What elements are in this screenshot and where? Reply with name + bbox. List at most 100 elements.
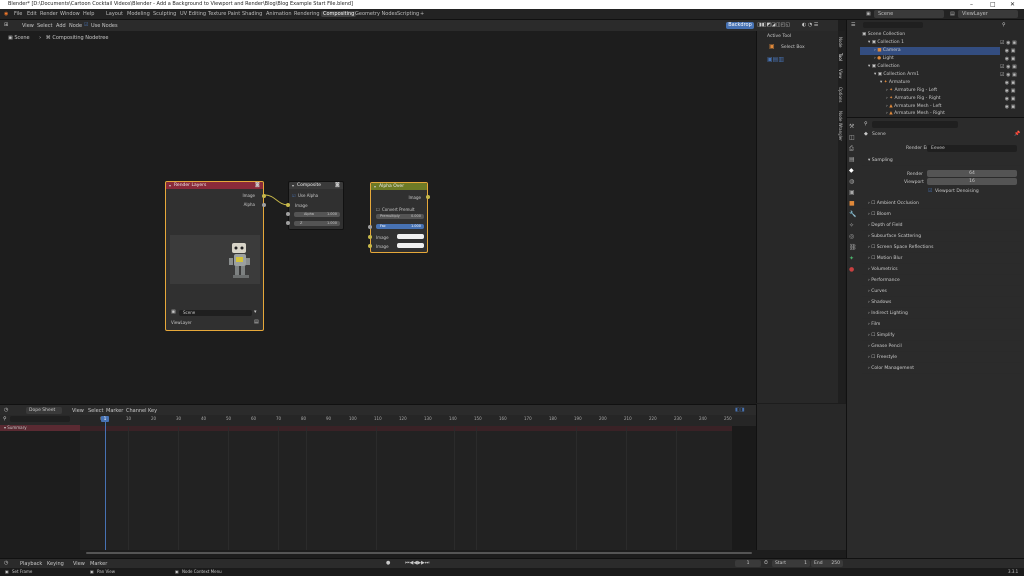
exclude-checkbox-icon[interactable]: ☑ ◉ ▣ <box>1000 63 1024 71</box>
outliner-row[interactable]: ▾ ✦ Armature <box>860 79 1000 87</box>
panel-depth-of-field[interactable]: › Depth of Field <box>862 221 1022 231</box>
dopesheet-menu-channel[interactable]: Channel <box>126 408 147 414</box>
socket-image-2[interactable] <box>368 244 372 248</box>
playback-controls-icon[interactable]: ⏮◀◀▶▶⏭ <box>405 560 429 566</box>
outliner-row[interactable]: › ▲ Armature Mesh - Right <box>860 110 1000 117</box>
timeline-menu-view[interactable]: View <box>73 561 85 567</box>
tool-tab-icon[interactable]: ⚒ <box>849 121 859 132</box>
start-frame-field[interactable]: Start 1 <box>772 560 810 567</box>
use-alpha-checkbox[interactable]: ☑ <box>292 193 296 198</box>
select-box-icon[interactable]: ▣ <box>769 43 775 50</box>
outliner-row[interactable]: ▣ Scene Collection <box>860 31 1000 39</box>
record-icon[interactable]: ● <box>386 560 390 566</box>
object-tab-icon[interactable]: ■ <box>849 198 859 209</box>
collapse-icon[interactable]: ▾ <box>169 183 171 188</box>
scene-tab-icon[interactable]: ◆ <box>849 165 859 176</box>
socket-input-z[interactable] <box>286 221 290 225</box>
only-selected-icon[interactable]: ◧◨ <box>735 407 744 413</box>
panel-performance[interactable]: › Performance <box>862 276 1022 286</box>
outliner-row[interactable]: › ■ Camera <box>860 47 1000 55</box>
eye-icon[interactable]: ◉ ▣ <box>1000 79 1024 87</box>
panel-indirect-lighting[interactable]: › Indirect Lighting <box>862 309 1022 319</box>
filter-icon[interactable]: ⚲ <box>1002 22 1006 28</box>
convert-premult-checkbox[interactable]: ☐ <box>376 207 380 212</box>
dopesheet-menu-select[interactable]: Select <box>88 408 103 414</box>
render-layer-icon[interactable]: ▤ <box>254 319 259 325</box>
socket-image-1[interactable] <box>368 235 372 239</box>
dopesheet-menu-key[interactable]: Key <box>148 408 157 414</box>
image-2-color-swatch[interactable] <box>397 243 424 248</box>
collapse-icon[interactable]: ▾ <box>374 184 376 189</box>
composite-node-icon[interactable]: ◙ <box>335 182 340 188</box>
playhead-line[interactable] <box>105 422 106 550</box>
material-tab-icon[interactable]: ● <box>849 264 859 275</box>
dopesheet-mode-dropdown[interactable]: Dope Sheet <box>26 407 62 414</box>
eye-icon[interactable]: ◉ ▣ <box>1000 103 1024 111</box>
properties-search-icon[interactable]: ⚲ <box>864 121 868 127</box>
data-tab-icon[interactable]: ✦ <box>849 253 859 264</box>
socket-output-image[interactable] <box>262 194 266 198</box>
panel-curves[interactable]: › Curves <box>862 287 1022 297</box>
channel-search-input[interactable] <box>10 416 70 422</box>
view-layer-field[interactable]: ViewLayer <box>171 320 192 325</box>
node-preview-toggle-icon[interactable]: ◙ <box>255 182 260 188</box>
select-mode-icons[interactable]: ▣▤▥ <box>767 56 784 63</box>
node-alpha-over[interactable]: Alpha Over ▾ Image ☐ Convert Premult Pre… <box>370 182 428 253</box>
node-header-render-layers[interactable]: Render Layers <box>166 182 263 189</box>
panel-simplify[interactable]: › ☐ Simplify <box>862 331 1022 341</box>
panel-screen-space-reflections[interactable]: › ☐ Screen Space Reflections <box>862 243 1022 253</box>
render-samples-field[interactable]: 64 <box>927 170 1017 177</box>
panel-volumetrics[interactable]: › Volumetrics <box>862 265 1022 275</box>
timeline-menu-keying[interactable]: Keying <box>47 561 64 567</box>
tab-node-wrangler[interactable]: Node Wrangler <box>838 111 843 141</box>
collection-tab-icon[interactable]: ▣ <box>849 187 859 198</box>
end-frame-field[interactable]: End 250 <box>811 560 843 567</box>
outliner-row[interactable]: › ✦ Armature Rig - Right <box>860 95 1000 103</box>
panel-shadows[interactable]: › Shadows <box>862 298 1022 308</box>
view-layer-tab-icon[interactable]: ▤ <box>849 154 859 165</box>
socket-input-alpha[interactable] <box>286 212 290 216</box>
outliner-search-input[interactable] <box>863 22 923 28</box>
current-frame-field[interactable]: 1 <box>735 560 761 567</box>
panel-grease-pencil[interactable]: › Grease Pencil <box>862 342 1022 352</box>
render-tab-icon[interactable]: ◫ <box>849 132 859 143</box>
outliner-row[interactable]: ▾ ▣ Collection Arm1 <box>860 71 1000 79</box>
panel-film[interactable]: › Film <box>862 320 1022 330</box>
tab-view[interactable]: View <box>838 69 843 79</box>
dopesheet-menu-marker[interactable]: Marker <box>106 408 123 414</box>
outliner-editor-icon[interactable]: ☰ <box>851 22 855 28</box>
socket-input-image[interactable] <box>286 203 290 207</box>
panel-color-management[interactable]: › Color Management <box>862 364 1022 374</box>
scene-field[interactable]: Scene <box>179 310 252 316</box>
outliner-row[interactable]: › ✦ Armature Rig - Left <box>860 87 1000 95</box>
timeline-menu-playback[interactable]: Playback <box>20 561 42 567</box>
tab-tool[interactable]: Tool <box>838 53 843 61</box>
node-composite[interactable]: Composite ▾ ◙ ☑ Use Alpha Image Alpha 1.… <box>288 181 344 230</box>
pin-icon[interactable]: 📌 <box>1014 131 1020 137</box>
constraints-tab-icon[interactable]: ⛓ <box>849 242 859 253</box>
fac-field[interactable]: Fac 1.000 <box>376 224 424 229</box>
socket-fac[interactable] <box>368 225 372 229</box>
alpha-field[interactable]: Alpha 1.000 <box>294 212 340 217</box>
scene-browse-icon[interactable]: ▾ <box>254 309 257 315</box>
eye-icon[interactable]: ◉ ▣ <box>1000 95 1024 103</box>
z-field[interactable]: Z 1.000 <box>294 221 340 226</box>
preview-range-icon[interactable]: ⏱ <box>764 560 768 566</box>
image-1-color-swatch[interactable] <box>397 234 424 239</box>
timeline-menu-marker[interactable]: Marker <box>90 561 107 567</box>
world-tab-icon[interactable]: ◍ <box>849 176 859 187</box>
timeline-editor-icon[interactable]: ◷ <box>4 560 8 566</box>
outliner-row[interactable]: › ● Light <box>860 55 1000 63</box>
render-engine-dropdown[interactable]: Eevee <box>927 145 1017 152</box>
collapse-icon[interactable]: ▾ <box>292 183 294 188</box>
outliner-row[interactable]: ▾ ▣ Collection 1 <box>860 39 1000 47</box>
outliner-row[interactable]: ▾ ▣ Collection <box>860 63 1000 71</box>
node-render-layers[interactable]: Render Layers ▾ ◙ Image Alpha ▣ Scene ▾ … <box>165 181 264 331</box>
viewport-samples-field[interactable]: 16 <box>927 178 1017 185</box>
premultiply-field[interactable]: Premultiply 0.000 <box>376 214 424 219</box>
dopesheet-editor-icon[interactable]: ◷ <box>4 407 8 413</box>
panel-freestyle[interactable]: › ☐ Freestyle <box>862 353 1022 363</box>
node-header-alpha-over[interactable]: Alpha Over <box>371 183 427 190</box>
eye-icon[interactable]: ◉ ▣ <box>1000 55 1024 63</box>
socket-output-alpha[interactable] <box>262 203 266 207</box>
